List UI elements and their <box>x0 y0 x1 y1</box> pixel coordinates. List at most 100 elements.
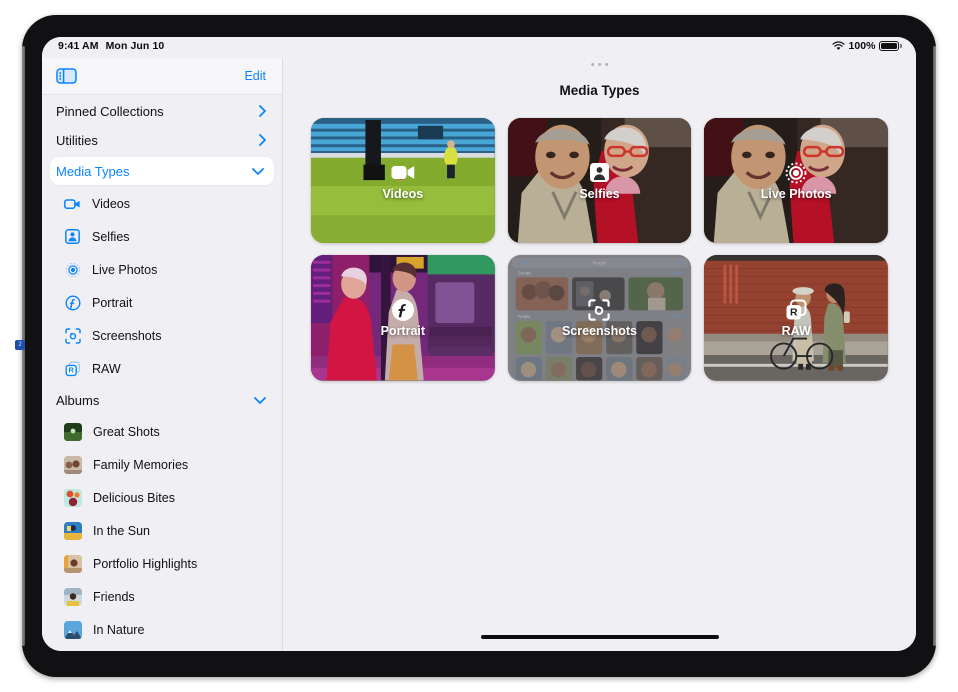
raw-badge-icon: R <box>784 298 808 322</box>
food-plate-thumb <box>64 489 82 507</box>
media-types-grid-wrapper: Videos <box>283 104 916 629</box>
edit-button[interactable]: Edit <box>244 69 266 83</box>
mountain-blue-thumb <box>64 621 82 639</box>
sidebar-album-delicious-bites[interactable]: Delicious Bites <box>42 481 282 514</box>
sidebar-album-label: Portfolio Highlights <box>93 557 197 571</box>
home-indicator-area <box>283 629 916 651</box>
status-bar: 9:41 AM Mon Jun 10 100% <box>42 37 916 58</box>
sidebar-item-label: Portrait <box>92 296 132 310</box>
media-card-overlay: Portrait <box>311 255 495 380</box>
media-card-live-photos[interactable]: Live Photos <box>704 118 888 243</box>
sidebar-item-label: Videos <box>92 197 130 211</box>
page-title: Media Types <box>283 76 916 104</box>
svg-text:R: R <box>790 308 798 319</box>
sidebar: Edit Pinned Collections Utilities <box>42 58 283 651</box>
annotation-marker-2: 2 <box>15 340 25 350</box>
app-body: Edit Pinned Collections Utilities <box>42 58 916 651</box>
sidebar-album-label: Delicious Bites <box>93 491 175 505</box>
sidebar-item-label: Screenshots <box>92 329 161 343</box>
sidebar-album-in-nature[interactable]: In Nature <box>42 613 282 646</box>
sidebar-group-label: Albums <box>56 393 99 408</box>
video-camera-icon <box>64 195 81 212</box>
main-toolbar <box>283 58 916 76</box>
green-field-thumb <box>64 423 82 441</box>
sidebar-toolbar: Edit <box>42 58 282 95</box>
status-bar-right: 100% <box>832 40 902 52</box>
sidebar-group-label: Pinned Collections <box>56 104 164 119</box>
battery-percent: 100% <box>849 40 876 52</box>
sidebar-scroll-area[interactable]: Pinned Collections Utilities Media Types <box>42 95 282 651</box>
sidebar-item-label: RAW <box>92 362 121 376</box>
sidebar-group-albums[interactable]: Albums <box>42 385 282 415</box>
media-card-overlay: Selfies <box>508 118 692 243</box>
sidebar-album-label: In the Sun <box>93 524 150 538</box>
sidebar-group-media-types[interactable]: Media Types <box>50 157 274 185</box>
live-photo-icon <box>784 161 808 185</box>
family-group-thumb <box>64 456 82 474</box>
raw-badge-icon: R <box>64 360 81 377</box>
f-aperture-icon <box>64 294 81 311</box>
portrait-warm-thumb <box>64 555 82 573</box>
sidebar-group-label: Utilities <box>56 133 98 148</box>
sidebar-item-label: Selfies <box>92 230 130 244</box>
sidebar-album-label: In Nature <box>93 623 144 637</box>
chevron-right-icon <box>259 134 266 148</box>
sidebar-album-portfolio-highlights[interactable]: Portfolio Highlights <box>42 547 282 580</box>
person-portrait-icon <box>587 161 611 185</box>
media-card-label: Portrait <box>381 324 425 338</box>
media-card-videos[interactable]: Videos <box>311 118 495 243</box>
screenshot-root: 2 9:41 AM Mon Jun 10 100% <box>0 0 958 692</box>
sidebar-item-selfies[interactable]: Selfies <box>42 220 282 253</box>
sidebar-album-family-memories[interactable]: Family Memories <box>42 448 282 481</box>
main-content: Media Types <box>283 58 916 651</box>
sidebar-item-screenshots[interactable]: Screenshots <box>42 319 282 352</box>
f-aperture-icon <box>391 298 415 322</box>
sidebar-album-label: Family Memories <box>93 458 188 472</box>
chevron-down-icon <box>254 394 266 406</box>
media-card-label: RAW <box>782 324 811 338</box>
sidebar-group-pinned-collections[interactable]: Pinned Collections <box>42 97 282 126</box>
wifi-icon <box>832 41 845 51</box>
video-camera-icon <box>391 161 415 185</box>
chevron-down-icon <box>252 165 264 177</box>
sidebar-item-portrait[interactable]: Portrait <box>42 286 282 319</box>
sidebar-album-in-the-sun[interactable]: In the Sun <box>42 514 282 547</box>
media-card-raw[interactable]: R RAW <box>704 255 888 380</box>
sidebar-item-live-photos[interactable]: Live Photos <box>42 253 282 286</box>
media-card-overlay: R RAW <box>704 255 888 380</box>
ipad-screen: 9:41 AM Mon Jun 10 100% <box>42 37 916 651</box>
sidebar-toggle-icon[interactable] <box>56 68 77 84</box>
media-card-portrait[interactable]: Portrait <box>311 255 495 380</box>
screenshot-camera-icon <box>64 327 81 344</box>
home-indicator[interactable] <box>481 635 719 639</box>
sidebar-album-great-shots[interactable]: Great Shots <box>42 415 282 448</box>
sidebar-item-raw[interactable]: R RAW <box>42 352 282 385</box>
media-card-overlay: Videos <box>311 118 495 243</box>
media-card-label: Videos <box>382 187 423 201</box>
status-date: Mon Jun 10 <box>106 40 165 52</box>
person-portrait-icon <box>64 228 81 245</box>
media-card-overlay: Live Photos <box>704 118 888 243</box>
svg-text:R: R <box>68 365 74 374</box>
friend-yellow-thumb <box>64 588 82 606</box>
media-card-label: Selfies <box>579 187 619 201</box>
sidebar-album-label: Great Shots <box>93 425 160 439</box>
media-card-label: Live Photos <box>761 187 832 201</box>
sidebar-group-label: Media Types <box>56 164 129 179</box>
media-types-grid: Videos <box>311 118 888 381</box>
sidebar-album-friends[interactable]: Friends <box>42 580 282 613</box>
media-card-label: Screenshots <box>562 324 637 338</box>
status-bar-left: 9:41 AM Mon Jun 10 <box>58 40 164 52</box>
media-card-overlay: Screenshots <box>508 255 692 380</box>
more-dots-icon[interactable] <box>591 63 609 66</box>
battery-icon <box>879 41 902 51</box>
media-card-screenshots[interactable]: People Back Edit Groups Create <box>508 255 692 380</box>
beach-yellow-thumb <box>64 522 82 540</box>
sidebar-item-videos[interactable]: Videos <box>42 187 282 220</box>
chevron-right-icon <box>259 105 266 119</box>
sidebar-group-utilities[interactable]: Utilities <box>42 126 282 155</box>
device-edge-right <box>933 46 936 646</box>
live-photo-icon <box>64 261 81 278</box>
media-card-selfies[interactable]: Selfies <box>508 118 692 243</box>
status-time: 9:41 AM <box>58 40 99 52</box>
